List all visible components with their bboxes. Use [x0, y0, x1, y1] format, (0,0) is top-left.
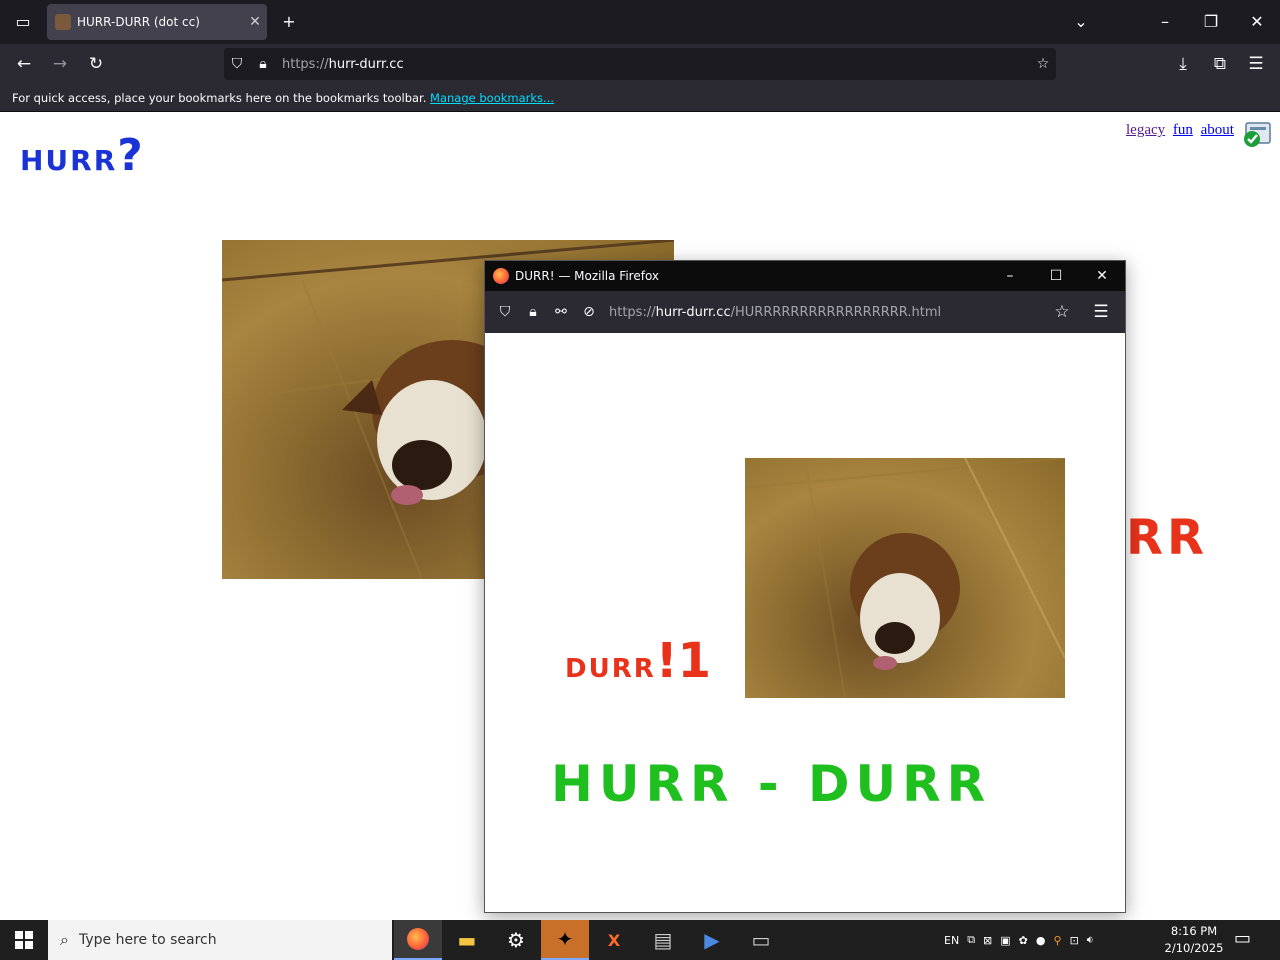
tray-security-icon[interactable]: ⊠: [983, 934, 992, 947]
popup-nav-bar: ⛉ 🔒︎ ⚯ ⊘ https://hurr-durr.cc/HURRRRRRRR…: [485, 291, 1125, 333]
tray-app-icon[interactable]: ⧉: [967, 933, 975, 947]
popup-lock-icon[interactable]: 🔒︎: [519, 304, 547, 320]
taskbar-search-box[interactable]: ⌕ Type here to search: [48, 920, 392, 960]
firefox-taskbar-icon[interactable]: [394, 920, 442, 960]
popup-url-host: hurr-durr.cc: [655, 304, 731, 320]
verified-badge-icon[interactable]: [1242, 121, 1272, 149]
fun-link[interactable]: fun: [1173, 122, 1193, 138]
clock-time: 8:16 PM: [1170, 924, 1218, 938]
url-prefix: https://: [282, 56, 329, 72]
tab-overview-icon[interactable]: ▭: [0, 0, 46, 44]
reload-icon[interactable]: ↻: [78, 46, 114, 82]
big-rr-text: RR: [1126, 510, 1208, 566]
restore-button[interactable]: ❐: [1188, 0, 1234, 44]
popup-menu-icon[interactable]: ☰: [1083, 294, 1119, 330]
windows-logo-icon: [15, 931, 33, 949]
list-tabs-icon[interactable]: ⌄: [1058, 0, 1104, 44]
extensions-icon[interactable]: ⧉: [1202, 46, 1238, 82]
durr-exclaim-text: !1: [655, 633, 712, 689]
popup-url-path: /HURRRRRRRRRRRRRRRRR.html: [730, 304, 942, 320]
back-arrow-icon[interactable]: ←: [6, 46, 42, 82]
bookmarks-message: For quick access, place your bookmarks h…: [12, 91, 427, 105]
system-tray: EN ⧉ ⊠ ▣ ✿ ● ⚲ ⊡ 🔉︎: [940, 920, 1098, 960]
clock[interactable]: 8:16 PM 2/10/2025: [1164, 923, 1224, 957]
tray-display-icon[interactable]: ▣: [1000, 934, 1010, 947]
url-bar[interactable]: ⛉ 🔒︎ https://hurr-durr.cc ☆: [224, 48, 1056, 80]
lock-icon[interactable]: 🔒︎: [250, 56, 276, 72]
xampp-icon[interactable]: X: [590, 920, 638, 960]
powershell-icon[interactable]: ▶: [688, 920, 736, 960]
tab-bar: ▭ HURR-DURR (dot cc) ✕ + ⌄ – ❐ ✕: [0, 0, 1280, 44]
tray-search-icon[interactable]: ⚲: [1054, 934, 1062, 947]
tab-close-icon[interactable]: ✕: [243, 14, 267, 30]
network-app-icon[interactable]: ▤: [639, 920, 687, 960]
notifications-icon[interactable]: ▭: [1234, 928, 1251, 949]
tracking-shield-icon[interactable]: ⛉: [224, 56, 250, 72]
app-icon[interactable]: ✦: [541, 920, 589, 960]
url-text[interactable]: https://hurr-durr.cc: [282, 57, 1030, 72]
bookmark-star-icon[interactable]: ☆: [1030, 56, 1056, 72]
popup-permissions-icon[interactable]: ⚯: [547, 304, 575, 320]
start-button[interactable]: [0, 920, 48, 960]
durr-small-text: DURR: [565, 654, 656, 684]
tray-colorful-icon[interactable]: ✿: [1019, 934, 1028, 947]
forward-arrow-icon[interactable]: →: [42, 46, 78, 82]
new-tab-button[interactable]: +: [266, 0, 312, 44]
hurr-durr-heading: HURR - DURR: [551, 755, 992, 813]
close-window-button[interactable]: ✕: [1234, 0, 1280, 44]
logo-question-mark: ?: [117, 130, 145, 181]
top-links: legacy fun about: [1126, 122, 1238, 139]
settings-gear-icon[interactable]: ⚙: [492, 920, 540, 960]
popup-window: DURR! — Mozilla Firefox – ☐ ✕ ⛉ 🔒︎ ⚯ ⊘ h…: [484, 260, 1126, 913]
popup-minimize-button[interactable]: –: [987, 268, 1033, 284]
terminal-icon[interactable]: ▭: [737, 920, 785, 960]
logo-text: HURR: [20, 144, 118, 177]
durr-text: DURR!1: [565, 633, 711, 689]
site-logo[interactable]: HURR?: [20, 130, 145, 181]
popup-title-bar[interactable]: DURR! — Mozilla Firefox – ☐ ✕: [485, 261, 1125, 291]
language-indicator[interactable]: EN: [944, 934, 959, 947]
search-icon: ⌕: [60, 930, 69, 949]
tray-drop-icon[interactable]: ●: [1036, 934, 1046, 947]
url-host: hurr-durr.cc: [328, 56, 404, 72]
popup-url-bar[interactable]: ⛉ 🔒︎ ⚯ ⊘ https://hurr-durr.cc/HURRRRRRRR…: [491, 296, 1051, 328]
clock-date: 2/10/2025: [1164, 941, 1224, 955]
about-link[interactable]: about: [1201, 122, 1234, 138]
manage-bookmarks-link[interactable]: Manage bookmarks...: [430, 91, 554, 105]
popup-bookmark-star-icon[interactable]: ☆: [1044, 294, 1080, 330]
popup-url-prefix: https://: [609, 304, 656, 320]
bookmarks-toolbar: For quick access, place your bookmarks h…: [0, 84, 1280, 112]
tab-favicon-icon: [55, 14, 71, 30]
popup-maximize-button[interactable]: ☐: [1033, 268, 1079, 284]
popup-title: DURR! — Mozilla Firefox: [515, 269, 660, 283]
popup-close-button[interactable]: ✕: [1079, 268, 1125, 284]
download-icon[interactable]: ⤓: [1165, 46, 1201, 82]
tab-hurr-durr[interactable]: HURR-DURR (dot cc) ✕: [47, 4, 267, 40]
popup-url-text[interactable]: https://hurr-durr.cc/HURRRRRRRRRRRRRRRRR…: [609, 305, 941, 320]
network-icon[interactable]: ⊡: [1070, 934, 1079, 947]
volume-icon[interactable]: 🔉︎: [1087, 933, 1094, 947]
file-explorer-icon[interactable]: ▬: [443, 920, 491, 960]
menu-icon[interactable]: ☰: [1238, 46, 1274, 82]
firefox-icon: [493, 268, 509, 284]
tab-title: HURR-DURR (dot cc): [77, 15, 200, 29]
popup-bulldog-photo: [745, 458, 1065, 698]
taskbar: ⌕ Type here to search ▬ ⚙ ✦ X ▤ ▶ ▭ EN ⧉…: [0, 920, 1280, 960]
popup-autoplay-blocked-icon[interactable]: ⊘: [575, 304, 603, 320]
search-placeholder: Type here to search: [78, 932, 217, 948]
popup-shield-icon[interactable]: ⛉: [491, 304, 519, 320]
minimize-button[interactable]: –: [1142, 0, 1188, 44]
legacy-link[interactable]: legacy: [1126, 122, 1165, 138]
